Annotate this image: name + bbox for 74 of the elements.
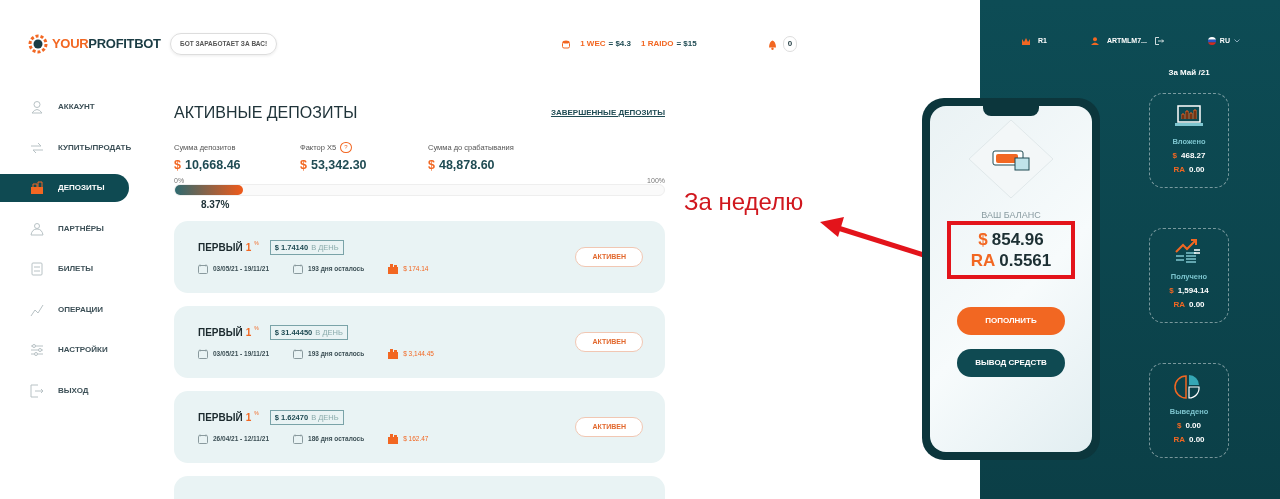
sidebar-item[interactable]: АККАУНТ: [0, 93, 129, 121]
sidebar-item[interactable]: НАСТРОЙКИ: [0, 336, 129, 364]
stack-icon: [388, 434, 399, 445]
usd-amount: 1,594.14: [1177, 284, 1209, 297]
calendar-icon: [198, 434, 208, 445]
sidebar-item[interactable]: ОПЕРАЦИИ: [0, 295, 129, 324]
summary-amount: 48,878.60: [438, 157, 495, 175]
crown-icon: [1022, 37, 1030, 45]
flag-icon: [1207, 37, 1216, 46]
sliders-icon: [30, 343, 44, 357]
stack-icon: [30, 181, 44, 195]
calendar-icon: [198, 264, 208, 275]
balance-usd: 854.96: [991, 228, 1044, 251]
page-title: АКТИВНЫЕ ДЕПОЗИТЫ: [174, 103, 358, 123]
usd-amount: 468.27: [1181, 149, 1206, 162]
currency-symbol: RA: [1173, 163, 1185, 176]
deposit-name: ПЕРВЫЙ: [198, 325, 243, 341]
balance-label: ВАШ БАЛАНС: [981, 210, 1041, 221]
currency-symbol: $: [1172, 149, 1177, 162]
currency-symbol: $: [174, 157, 181, 175]
deposit-name: ПЕРВЫЙ: [198, 240, 243, 256]
currency-symbol: RA: [970, 250, 996, 272]
exchange-icon: [30, 140, 44, 155]
rate-value: = $4.3: [608, 38, 631, 50]
calendar-icon: [293, 264, 304, 275]
sidebar-item[interactable]: ПАРТНЁРЫ: [0, 214, 129, 243]
logout-icon: [1154, 37, 1164, 46]
currency-symbol: $: [428, 157, 435, 175]
bell-icon: [766, 38, 778, 50]
currency-symbol: $: [300, 157, 307, 175]
ticket-icon: [30, 262, 44, 276]
calendar-icon: [293, 349, 304, 360]
logo-icon: [28, 34, 48, 54]
summary-amount: 53,342.30: [310, 157, 367, 175]
currency-symbol: $: [978, 228, 988, 251]
coins-icon: [562, 39, 571, 49]
balance-ra: 0.5561: [999, 250, 1052, 272]
calendar-icon: [293, 434, 304, 445]
sidebar-item[interactable]: ВЫХОД: [0, 376, 129, 405]
completed-deposits-link[interactable]: ЗАВЕРШЕННЫЕ ДЕПОЗИТЫ: [550, 106, 665, 119]
person-icon: [30, 221, 44, 236]
rate-value: = $15: [676, 38, 697, 50]
user-icon: [30, 100, 44, 114]
deposit-rate: 1: [245, 241, 252, 256]
withdraw-button[interactable]: ВЫВОД СРЕДСТВ: [957, 349, 1065, 378]
logout-icon: [30, 383, 44, 398]
user-icon: [1090, 37, 1099, 46]
calendar-icon: [198, 349, 208, 360]
sidebar-item[interactable]: ДЕПОЗИТЫ: [0, 174, 129, 202]
annotation-text: За неделю: [684, 190, 804, 214]
progress-reading: 8.37%: [201, 198, 230, 213]
phone-notch: [983, 106, 1039, 116]
currency-symbol: RA: [1173, 298, 1185, 311]
period-label: За Май /21: [1168, 66, 1210, 79]
usd-amount: 0.00: [1185, 419, 1201, 432]
stack-icon: [388, 264, 399, 275]
deposit-rate: 1: [245, 326, 252, 341]
sidebar-item[interactable]: КУПИТЬ/ПРОДАТЬ: [0, 133, 129, 162]
ra-amount: 0.00: [1189, 163, 1205, 176]
rate-unit: 1 WEC: [580, 38, 606, 50]
deposit-name: ПЕРВЫЙ: [198, 410, 243, 426]
currency-symbol: RA: [1173, 433, 1185, 446]
ra-amount: 0.00: [1189, 298, 1205, 311]
stack-icon: [388, 349, 399, 360]
logo-text: YOURPROFITBOT: [52, 35, 161, 54]
currency-symbol: $: [1177, 419, 1182, 432]
caret-icon: [1234, 39, 1240, 44]
sidebar-item[interactable]: БИЛЕТЫ: [0, 255, 129, 283]
deposit-rate: 1: [245, 411, 252, 426]
summary-amount: 10,668.46: [184, 157, 241, 175]
ra-amount: 0.00: [1189, 433, 1205, 446]
rate-unit: 1 RAIDO: [641, 38, 674, 50]
currency-symbol: $: [1169, 284, 1174, 297]
line-chart-icon: [30, 302, 44, 317]
